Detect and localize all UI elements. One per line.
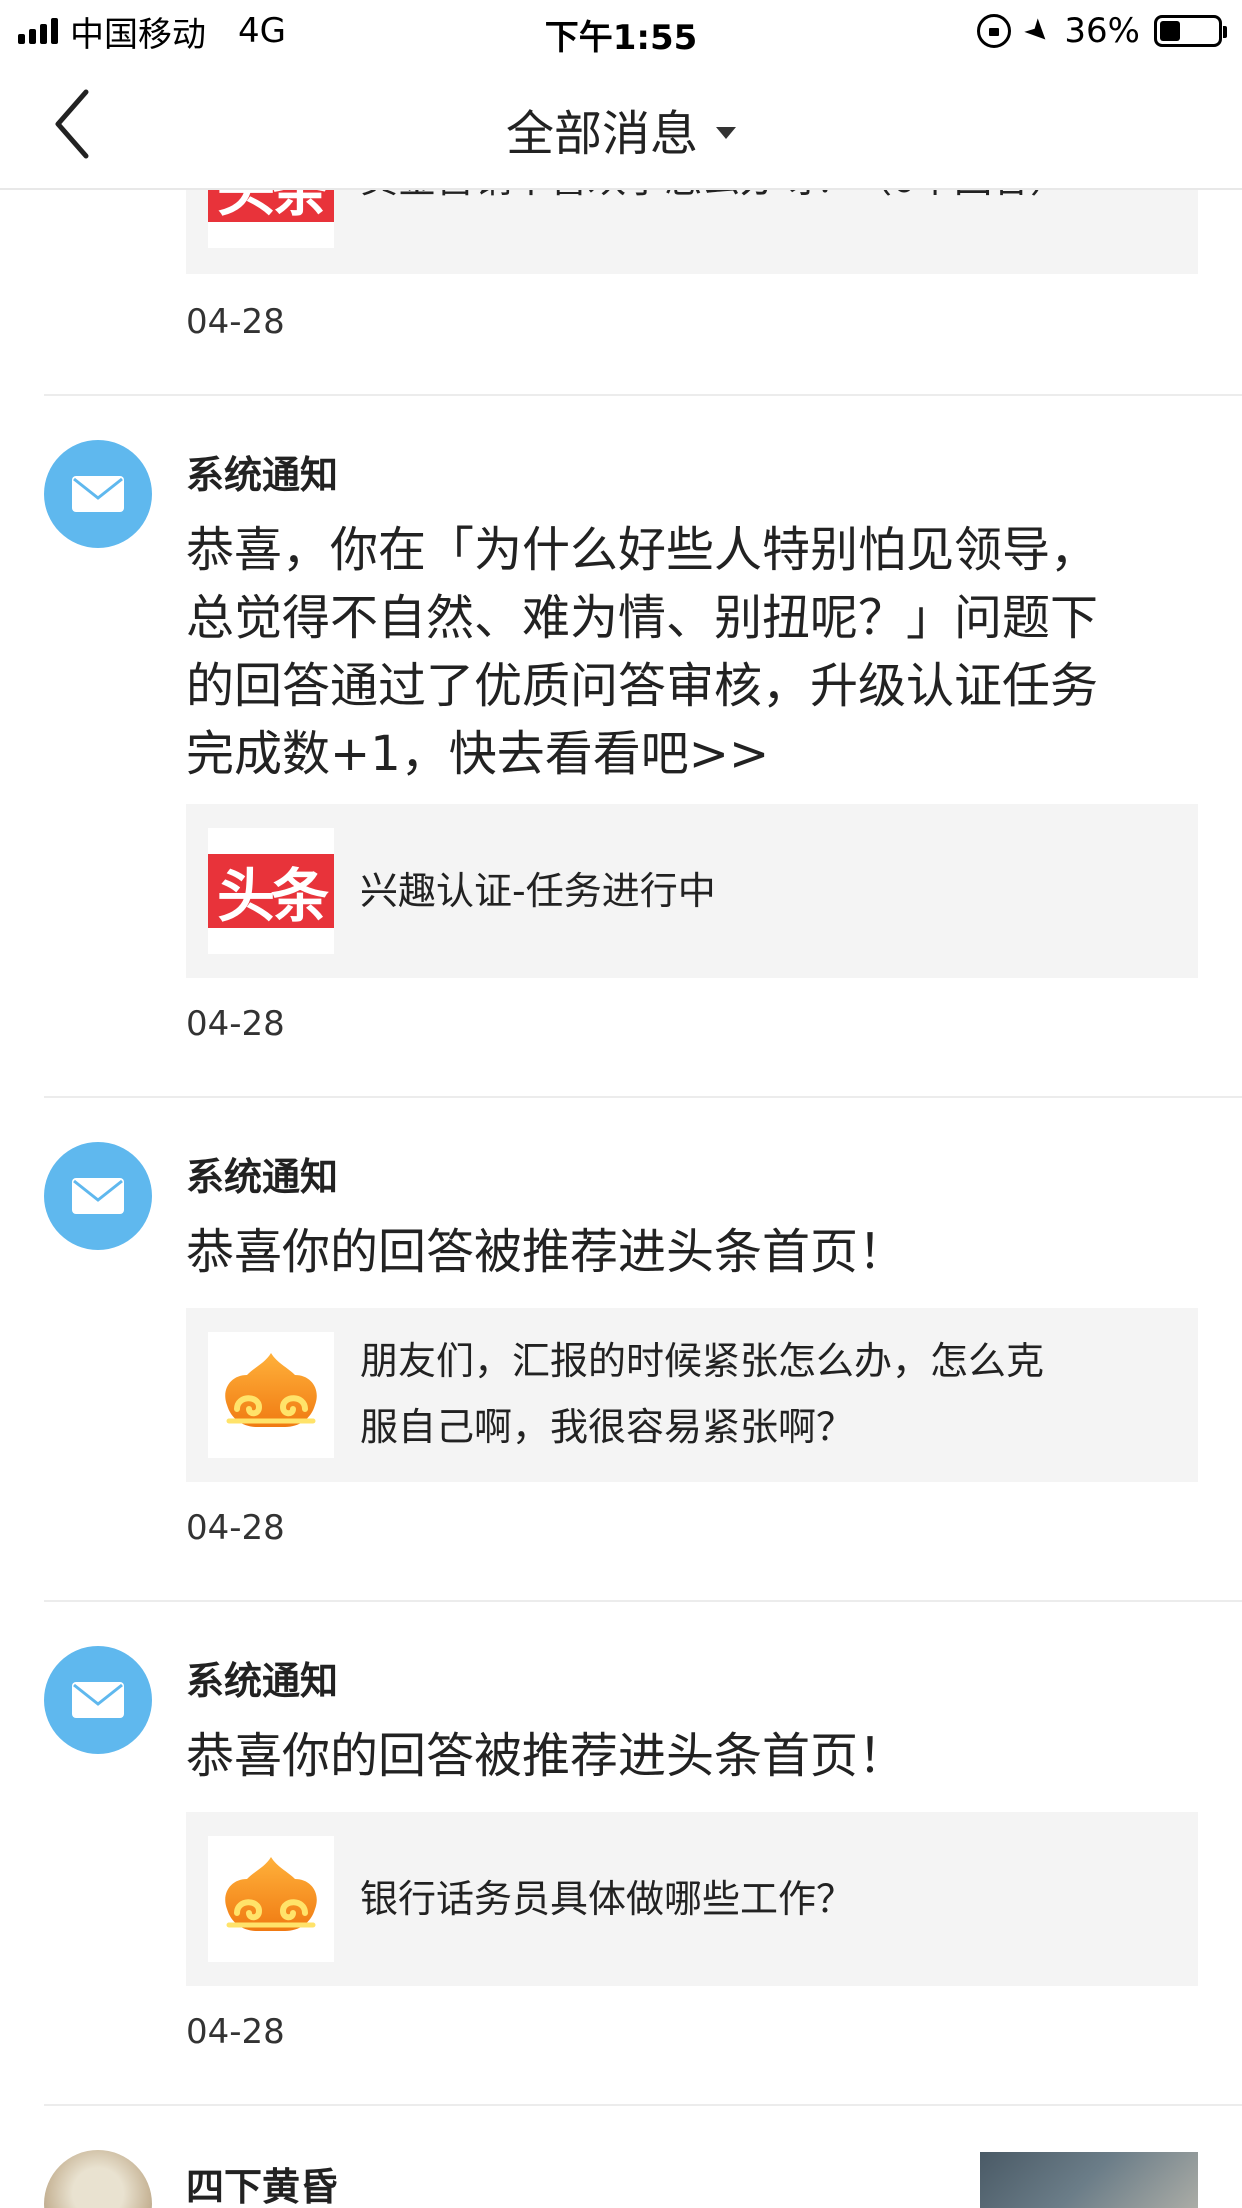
caret-down-icon xyxy=(716,127,736,139)
page-title: 全部消息 xyxy=(505,106,698,162)
sender-name: 系统通知 xyxy=(186,453,339,497)
wukong-cloud-logo-icon xyxy=(225,1857,317,1931)
divider xyxy=(44,1600,1242,1602)
mail-icon xyxy=(72,476,124,512)
system-notice-avatar[interactable] xyxy=(44,1142,152,1250)
status-right: ➤ 36% xyxy=(977,9,1227,53)
system-notice-avatar[interactable] xyxy=(44,1646,152,1754)
toutiao-logo: 头条 xyxy=(208,854,334,930)
sender-name: 系统通知 xyxy=(186,1659,339,1703)
message-body-line: 总觉得不自然、难为情、别扭呢？」问题下 xyxy=(186,590,1099,646)
message-body-line: 恭喜，你在「为什么好些人特别怕见领导， xyxy=(186,522,1099,578)
status-bar: 中国移动 4G 下午1:55 ➤ 36% xyxy=(0,0,1242,62)
sender-name: 四下黄昏 xyxy=(186,2165,339,2208)
location-arrow-icon: ➤ xyxy=(1016,9,1060,53)
divider xyxy=(44,1096,1242,1098)
card-thumbnail: 头条 xyxy=(208,828,334,954)
message-card[interactable]: 头条 兴趣认证-任务进行中 xyxy=(186,804,1198,978)
message-body[interactable]: 恭喜，你在「为什么好些人特别怕见领导， 总觉得不自然、难为情、别扭呢？」问题下 … xyxy=(186,516,1206,788)
battery-percent: 36% xyxy=(1064,11,1140,51)
message-card[interactable]: 银行话务员具体做哪些工作？ xyxy=(186,1812,1198,1986)
orientation-lock-icon xyxy=(977,14,1012,48)
card-text-line: 服自己啊，我很容易紧张啊？ xyxy=(360,1405,855,1449)
user-avatar[interactable] xyxy=(44,2150,152,2208)
divider xyxy=(44,2104,1242,2106)
sender-name: 系统通知 xyxy=(186,1155,339,1199)
message-date: 04-28 xyxy=(186,1004,285,1044)
wukong-cloud-logo-icon xyxy=(225,1353,317,1427)
message-body[interactable]: 恭喜你的回答被推荐进头条首页！ xyxy=(186,1218,1206,1286)
message-body-line: 的回答通过了优质问答审核，升级认证任务 xyxy=(186,658,1099,714)
message-date: 04-28 xyxy=(186,302,285,342)
mail-icon xyxy=(72,1682,124,1718)
message-date: 04-28 xyxy=(186,1508,285,1548)
content-thumbnail[interactable] xyxy=(980,2152,1198,2208)
card-thumbnail xyxy=(208,1332,334,1458)
message-body[interactable]: 恭喜你的回答被推荐进头条首页！ xyxy=(186,1722,1206,1790)
message-filter-dropdown[interactable]: 全部消息 xyxy=(0,94,1242,164)
message-body-line: 完成数+1，快去看看吧>> xyxy=(186,726,770,782)
message-feed[interactable]: 头条 黄金营销不喜欢了怎么办呀？（0个回答） 04-28 系统通知 恭喜，你在「… xyxy=(0,0,1242,2208)
battery-icon xyxy=(1154,15,1227,47)
card-text: 朋友们，汇报的时候紧张怎么办，怎么克 服自己啊，我很容易紧张啊？ xyxy=(360,1328,1158,1460)
mail-icon xyxy=(72,1178,124,1214)
divider xyxy=(44,394,1242,396)
system-notice-avatar[interactable] xyxy=(44,440,152,548)
message-date: 04-28 xyxy=(186,2012,285,2052)
card-text: 银行话务员具体做哪些工作？ xyxy=(360,1877,855,1921)
card-text: 兴趣认证-任务进行中 xyxy=(360,869,716,913)
card-text-line: 朋友们，汇报的时候紧张怎么办，怎么克 xyxy=(360,1339,1045,1383)
nav-bar: 全部消息 xyxy=(0,62,1242,190)
battery-level-fill xyxy=(1160,21,1181,41)
message-card[interactable]: 朋友们，汇报的时候紧张怎么办，怎么克 服自己啊，我很容易紧张啊？ xyxy=(186,1308,1198,1482)
card-thumbnail xyxy=(208,1836,334,1962)
